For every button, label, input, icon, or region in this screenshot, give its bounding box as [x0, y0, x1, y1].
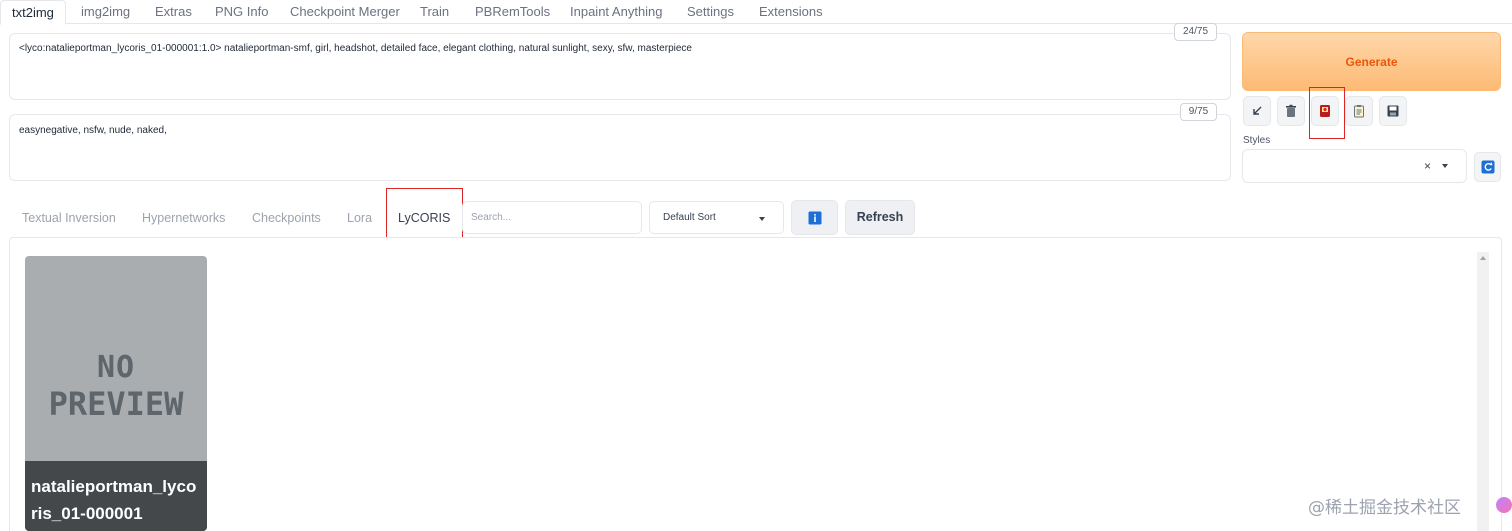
negative-prompt-textarea[interactable]: easynegative, nsfw, nude, naked,: [9, 114, 1231, 181]
tab-textual-inversion[interactable]: Textual Inversion: [22, 211, 116, 225]
generate-button[interactable]: Generate: [1242, 32, 1501, 91]
styles-dropdown[interactable]: ×: [1242, 149, 1467, 183]
apply-style-button[interactable]: [1345, 96, 1373, 126]
highlight-box-extra-networks: [1309, 87, 1345, 139]
arrow-down-left-icon: [1253, 106, 1262, 115]
highlight-box-lycoris-tab: [386, 188, 463, 243]
watermark: @稀土掘金技术社区: [1308, 498, 1461, 518]
cards-scrollbar[interactable]: [1477, 252, 1489, 531]
extra-networks-cards-panel: [9, 237, 1502, 531]
read-params-button[interactable]: [1243, 96, 1271, 126]
chevron-down-icon: [1442, 164, 1448, 168]
tab-inpaint-anything[interactable]: Inpaint Anything: [570, 0, 663, 24]
floppy-disk-icon: [1387, 105, 1399, 117]
chevron-down-icon: [759, 217, 765, 221]
negative-prompt-token-counter: 9/75: [1180, 103, 1217, 121]
tab-img2img[interactable]: img2img: [81, 0, 130, 24]
corner-badge-icon: [1496, 497, 1512, 513]
clipboard-icon: [1354, 105, 1364, 118]
tab-settings[interactable]: Settings: [687, 0, 734, 24]
tab-hypernetworks[interactable]: Hypernetworks: [142, 211, 225, 225]
tab-png-info[interactable]: PNG Info: [215, 0, 268, 24]
styles-label: Styles: [1243, 135, 1271, 146]
search-input[interactable]: [462, 201, 642, 234]
clear-styles-icon[interactable]: ×: [1424, 159, 1431, 173]
refresh-button[interactable]: Refresh: [845, 200, 915, 235]
tab-extras[interactable]: Extras: [155, 0, 192, 24]
prompt-textarea[interactable]: <lyco:natalieportman_lycoris_01-000001:1…: [9, 33, 1231, 100]
network-card[interactable]: NO PREVIEW natalieportman_lycoris_01-000…: [25, 256, 207, 531]
tab-checkpoints[interactable]: Checkpoints: [252, 211, 321, 225]
tab-pbremtools[interactable]: PBRemTools: [475, 0, 550, 24]
refresh-icon: [1481, 160, 1494, 174]
save-style-button[interactable]: [1379, 96, 1407, 126]
tab-checkpoint-merger[interactable]: Checkpoint Merger: [290, 0, 400, 24]
prompt-text: <lyco:natalieportman_lycoris_01-000001:1…: [19, 43, 692, 54]
tab-lora[interactable]: Lora: [347, 211, 372, 225]
tab-train[interactable]: Train: [420, 0, 449, 24]
no-preview-image: NO PREVIEW: [48, 350, 184, 424]
sort-selected-label: Default Sort: [663, 212, 716, 223]
clear-prompt-button[interactable]: [1277, 96, 1305, 126]
refresh-styles-button[interactable]: [1474, 152, 1501, 182]
main-tab-bar: txt2img img2img Extras PNG Info Checkpoi…: [0, 0, 1512, 25]
sort-dropdown[interactable]: Default Sort: [649, 201, 784, 234]
network-card-name: natalieportman_lycoris_01-000001: [25, 461, 207, 531]
info-icon: [808, 211, 821, 224]
scroll-up-icon: [1480, 256, 1486, 260]
tab-txt2img[interactable]: txt2img: [0, 0, 66, 25]
trash-icon: [1286, 104, 1296, 117]
sort-direction-button[interactable]: [791, 200, 838, 235]
prompt-token-counter: 24/75: [1174, 23, 1217, 41]
tab-extensions[interactable]: Extensions: [759, 0, 823, 24]
negative-prompt-text: easynegative, nsfw, nude, naked,: [19, 125, 167, 136]
